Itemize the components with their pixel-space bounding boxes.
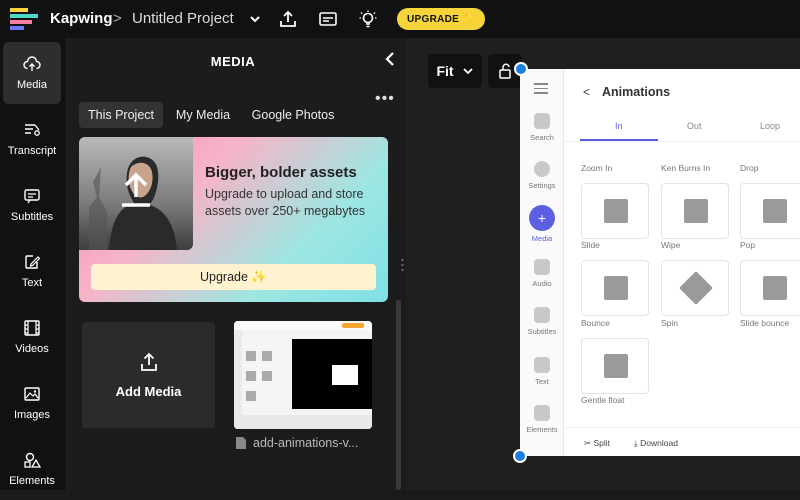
unlock-icon <box>499 63 511 79</box>
preview-rail: Search Settings + Media Audio Subtitles T… <box>520 69 564 456</box>
lightbulb-icon[interactable] <box>358 9 378 29</box>
media-thumbnail[interactable] <box>234 321 372 429</box>
breadcrumb-separator: > <box>113 10 122 27</box>
preview-rail-search: Search <box>520 113 564 142</box>
preview-tab-loop: Loop <box>760 121 781 131</box>
animation-card-spin <box>661 260 729 316</box>
sidebar-item-label: Transcript <box>7 145 57 157</box>
panel-scrollbar[interactable] <box>396 300 401 490</box>
sidebar-item-transcript[interactable]: Transcript <box>3 108 61 170</box>
animation-card-bounce <box>581 260 649 316</box>
preview-rail-audio: Audio <box>520 259 564 288</box>
project-title[interactable]: Untitled Project <box>132 10 234 27</box>
preview-label: Slide <box>581 240 600 250</box>
resize-handle-icon[interactable] <box>401 258 404 272</box>
transcript-icon <box>25 124 40 136</box>
thumbnail-preview-image <box>234 321 372 429</box>
preview-header: Animations <box>602 85 671 99</box>
upload-cloud-icon <box>23 56 41 71</box>
sidebar-item-label: Elements <box>9 475 55 487</box>
film-icon <box>24 320 40 336</box>
collapse-panel-icon[interactable] <box>383 50 397 68</box>
left-sidebar: Media Transcript Subtitles Text Videos I… <box>0 38 66 490</box>
sidebar-item-label: Text <box>21 277 43 289</box>
preview-tab-in: In <box>615 121 623 131</box>
promo-title: Bigger, bolder assets <box>205 164 357 181</box>
animation-card-slide-bounce <box>740 260 800 316</box>
sidebar-item-label: Images <box>13 409 51 421</box>
preview-label: Zoom In <box>581 163 613 173</box>
sidebar-item-subtitles[interactable]: Subtitles <box>3 174 61 236</box>
tab-my-media[interactable]: My Media <box>169 102 237 128</box>
upgrade-promo-card: Bigger, bolder assets Upgrade to upload … <box>79 137 388 302</box>
chevron-down-icon <box>462 68 473 75</box>
preview-footer: ✂ Split ⤓ Download <box>564 427 800 456</box>
captions-icon[interactable] <box>318 9 338 29</box>
sidebar-item-label: Media <box>17 79 47 91</box>
preview-label: Gentle float <box>581 395 625 405</box>
add-media-button[interactable]: Add Media <box>82 322 215 428</box>
sidebar-item-label: Subtitles <box>10 211 54 223</box>
hamburger-icon <box>534 83 548 94</box>
preview-rail-text: Text <box>520 357 564 386</box>
fit-label: Fit <box>436 63 454 79</box>
top-bar: Kapwing > Untitled Project UPGRADE ✨ <box>0 0 800 38</box>
preview-rail-elements: Elements <box>520 405 564 434</box>
preview-label: Bounce <box>581 318 610 328</box>
preview-label: Ken Burns In <box>661 163 711 173</box>
preview-rail-settings: Settings <box>520 161 564 190</box>
promo-description: Upgrade to upload and store assets over … <box>205 187 366 218</box>
share-upload-icon[interactable] <box>278 9 298 29</box>
preview-tab-indicator <box>580 139 658 141</box>
promo-upgrade-button[interactable]: Upgrade ✨ <box>91 264 376 290</box>
preview-label: Drop <box>740 163 759 173</box>
preview-label: Slide bounce <box>740 318 790 328</box>
upgrade-button[interactable]: UPGRADE ✨ <box>397 8 485 30</box>
promo-photo <box>79 137 193 250</box>
subtitles-icon <box>24 189 40 204</box>
sidebar-item-elements[interactable]: Elements <box>3 438 61 500</box>
preview-label: Pop <box>740 240 756 250</box>
preview-rail-media: + Media <box>520 205 564 243</box>
preview-rail-subtitles: Subtitles <box>520 307 564 336</box>
animation-card-pop <box>740 183 800 239</box>
sidebar-item-label: Videos <box>15 343 49 355</box>
text-edit-icon <box>25 255 41 269</box>
upload-arrow-icon <box>122 172 150 207</box>
sidebar-item-media[interactable]: Media <box>3 42 61 104</box>
media-panel: MEDIA This Project My Media Google Photo… <box>66 38 406 490</box>
preview-tab-out: Out <box>687 121 702 131</box>
canvas-preview[interactable]: Search Settings + Media Audio Subtitles T… <box>520 69 800 456</box>
preview-back-icon: < <box>583 85 591 99</box>
tab-google-photos[interactable]: Google Photos <box>247 102 339 128</box>
preview-label: Wipe <box>661 240 681 250</box>
kapwing-logo-icon[interactable] <box>10 8 40 30</box>
upload-icon <box>140 352 157 371</box>
add-media-label: Add Media <box>115 383 182 399</box>
shapes-icon <box>24 452 41 468</box>
panel-title: MEDIA <box>210 54 256 69</box>
resize-handle-top-left[interactable] <box>514 62 528 76</box>
media-file-name[interactable]: add-animations-v... <box>253 436 358 450</box>
image-icon <box>24 387 40 401</box>
sidebar-item-text[interactable]: Text <box>3 240 61 302</box>
chevron-down-icon[interactable] <box>248 12 262 26</box>
sidebar-item-images[interactable]: Images <box>3 372 61 434</box>
brand-name[interactable]: Kapwing <box>50 10 113 27</box>
preview-tab-divider <box>564 141 800 142</box>
animation-card-wipe <box>661 183 729 239</box>
preview-download: ⤓ Download <box>634 438 678 448</box>
fit-zoom-dropdown[interactable]: Fit <box>428 54 482 88</box>
resize-handle-bottom-left[interactable] <box>513 449 527 463</box>
more-options-icon[interactable]: ••• <box>375 90 395 108</box>
sidebar-item-videos[interactable]: Videos <box>3 306 61 368</box>
tab-this-project[interactable]: This Project <box>79 102 163 128</box>
file-icon <box>236 437 246 449</box>
animation-card-slide <box>581 183 649 239</box>
animation-card-gentle-float <box>581 338 649 394</box>
preview-split: ✂ Split <box>584 438 611 448</box>
preview-label: Spin <box>661 318 679 328</box>
